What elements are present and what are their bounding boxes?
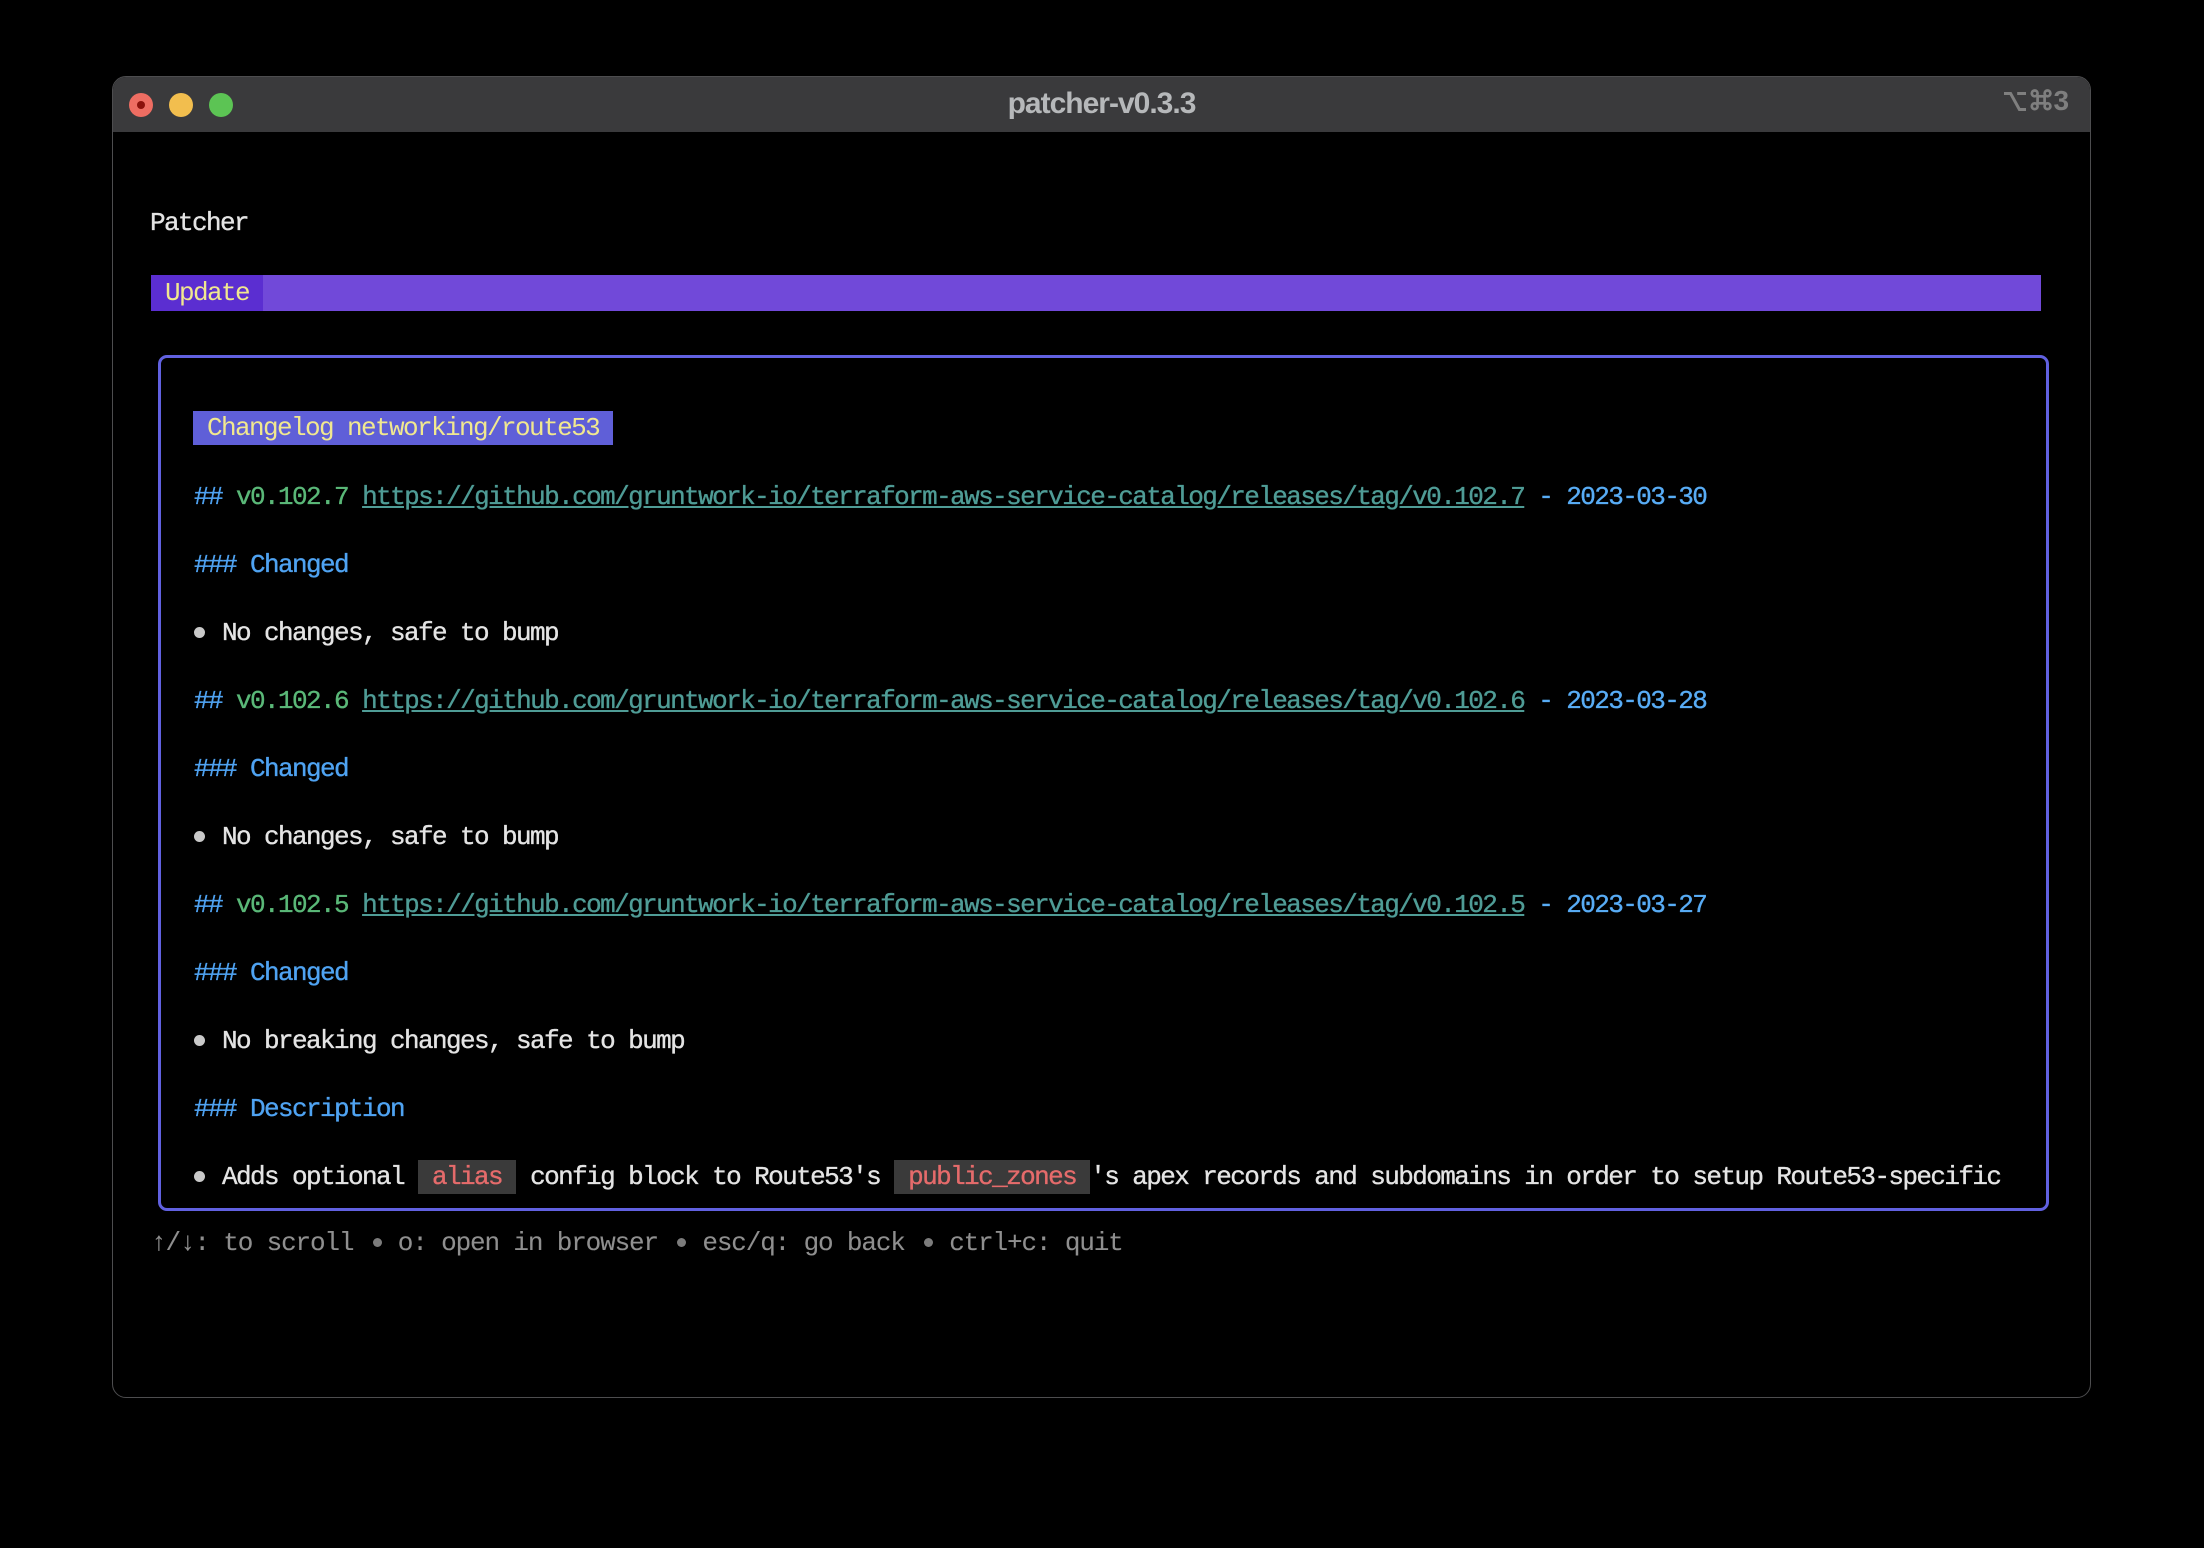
svg-text:3: 3 bbox=[2054, 85, 2070, 116]
